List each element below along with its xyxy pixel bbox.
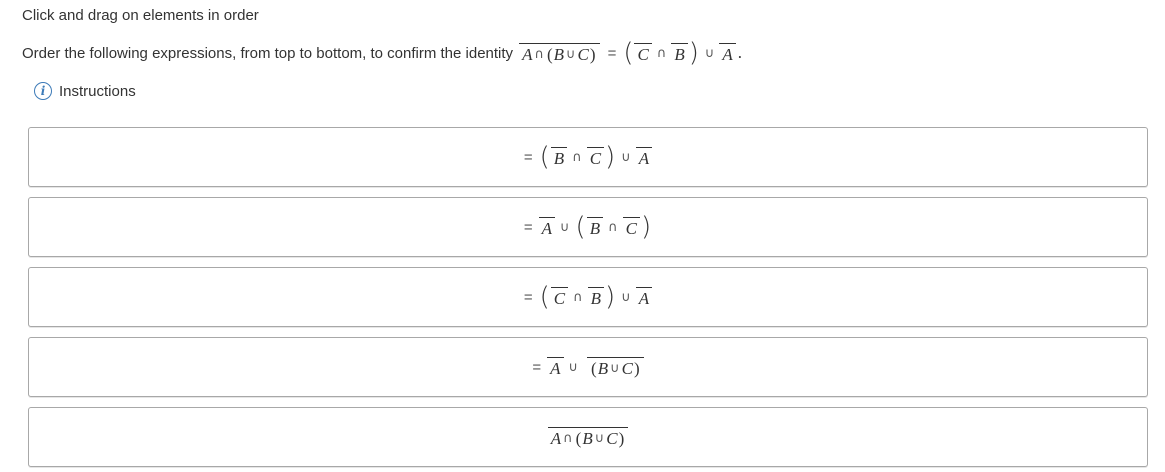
draggable-expression-card-1[interactable]: = ( B ∩ C ) ∪ A <box>28 127 1148 187</box>
question-label: Order the following expressions, from to… <box>22 44 514 62</box>
prompt-text: Click and drag on elements in order <box>22 7 259 24</box>
draggable-expression-card-3[interactable]: = ( C ∩ B ) ∪ A <box>28 267 1148 327</box>
draggable-expression-card-2[interactable]: = A ∪ ( B ∩ C ) <box>28 197 1148 257</box>
card-expression: = A ∪ (B ∪ C) <box>532 357 644 377</box>
card-expression: = A ∪ ( B ∩ C ) <box>523 212 652 242</box>
card-expression: A ∩(B ∪ C) <box>547 427 629 447</box>
identity-lhs: A ∩(B ∪ C) <box>519 43 600 63</box>
card-expression: = ( B ∩ C ) ∪ A <box>524 144 653 170</box>
instructions-label: Instructions <box>59 82 136 100</box>
card-expression: = ( C ∩ B ) ∪ A <box>524 284 653 310</box>
identity-expression: A ∩(B ∪ C) = ( C ∩ B ) ∪ A . <box>519 40 742 66</box>
instructions-toggle[interactable]: i Instructions <box>34 82 136 100</box>
question-text: Order the following expressions, from to… <box>22 40 742 66</box>
draggable-expression-card-5[interactable]: A ∩(B ∪ C) <box>28 407 1148 467</box>
draggable-expression-card-4[interactable]: = A ∪ (B ∪ C) <box>28 337 1148 397</box>
info-icon: i <box>34 82 52 100</box>
